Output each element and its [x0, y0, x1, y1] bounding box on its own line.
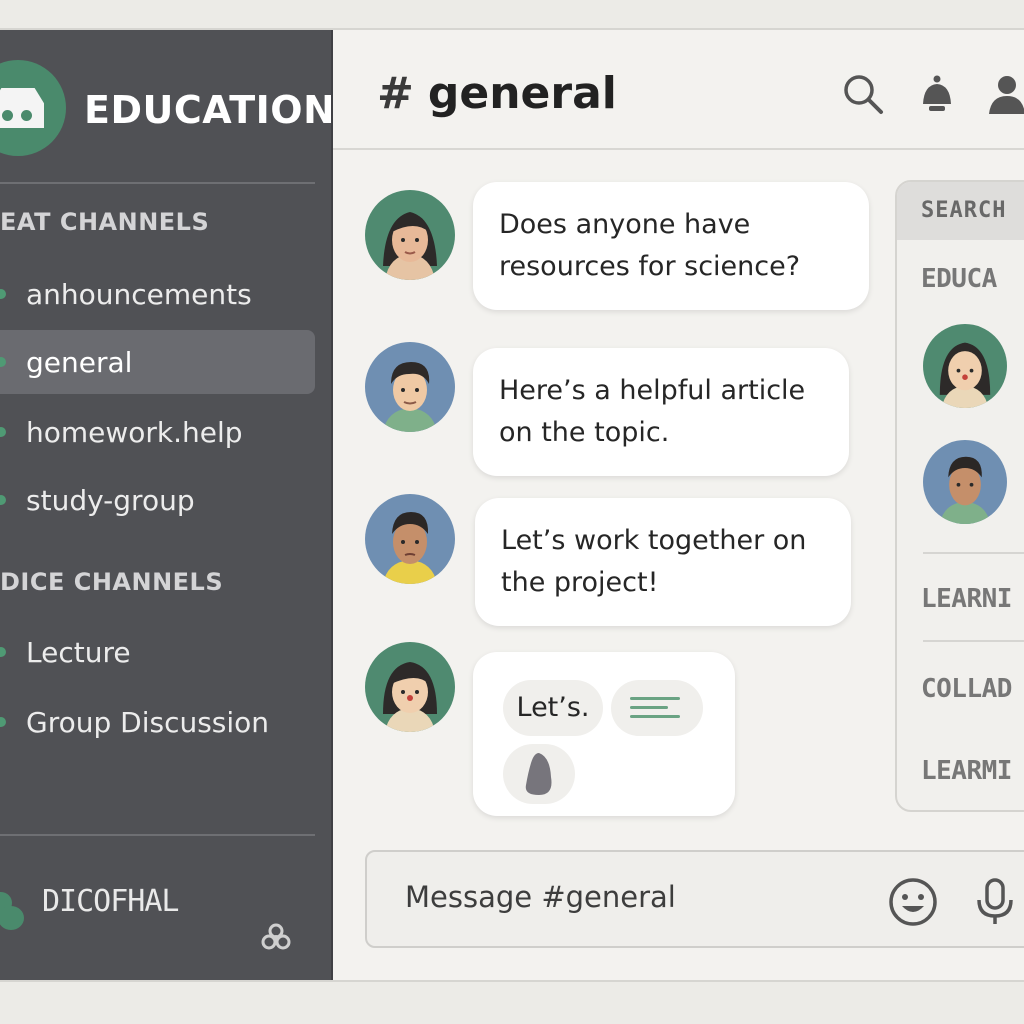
channel-title-label: general [427, 68, 617, 119]
server-name[interactable]: EDUCATION [84, 88, 331, 132]
user-avatar-icon[interactable] [0, 892, 30, 932]
document-lines-icon [630, 697, 680, 718]
members-icon[interactable] [985, 72, 1024, 116]
image-attachment[interactable] [503, 744, 575, 804]
channel-bullet-icon [0, 647, 6, 657]
channel-label: study-group [26, 483, 195, 517]
panel-section-label[interactable]: LEARMI [921, 756, 1012, 786]
microphone-icon[interactable] [969, 876, 1021, 928]
voice-channel-lecture[interactable]: Lecture [0, 620, 315, 684]
sidebar-divider [0, 834, 315, 836]
channel-bullet-icon [0, 717, 6, 727]
message-attachments-bubble: Let’s. [473, 652, 735, 816]
user-avatar[interactable] [365, 642, 455, 732]
channel-item-general[interactable]: general [0, 330, 315, 394]
panel-section-label[interactable]: EDUCA [921, 264, 997, 294]
search-icon[interactable] [841, 72, 885, 116]
channel-item-announcements[interactable]: anhouncements [0, 262, 315, 326]
search-panel: SEARCH EDUCA LEARNI COLLAD LEARMI [895, 180, 1024, 812]
channel-label: homework.help [26, 415, 243, 449]
chat-main: # general Does anyone have resources for… [333, 30, 1024, 980]
channel-sidebar: EDUCATION EAT CHANNELS anhouncements gen… [0, 30, 333, 980]
emoji-icon[interactable] [887, 876, 939, 928]
member-avatar[interactable] [923, 440, 1007, 524]
channel-item-study-group[interactable]: study-group [0, 468, 315, 532]
channel-bullet-icon [0, 427, 6, 437]
panel-divider [923, 640, 1024, 642]
message-text-chip: Let’s. [503, 680, 603, 736]
channel-label: Group Discussion [26, 705, 270, 739]
username[interactable]: DICOFHAL [42, 884, 179, 919]
channel-label: Lecture [26, 635, 131, 669]
panel-section-label[interactable]: LEARNI [921, 584, 1012, 614]
channel-bullet-icon [0, 495, 6, 505]
hash-icon: # [377, 68, 414, 119]
message-composer [365, 850, 1024, 948]
message-bubble: Here’s a helpful article on the topic. [473, 348, 849, 476]
page-title: # general [377, 68, 617, 119]
document-attachment[interactable] [611, 680, 703, 736]
channel-bullet-icon [0, 357, 6, 367]
panel-divider [923, 552, 1024, 554]
message-bubble: Does anyone have resources for science? [473, 182, 869, 310]
server-logo-icon[interactable] [0, 60, 66, 156]
user-avatar[interactable] [365, 342, 455, 432]
channel-header: # general [333, 30, 1024, 150]
channel-label: anhouncements [26, 277, 252, 311]
channel-item-homework-help[interactable]: homework.help [0, 400, 315, 464]
channel-label: general [26, 345, 133, 379]
sidebar-divider [0, 182, 315, 184]
user-avatar[interactable] [365, 190, 455, 280]
category-voice-channels[interactable]: DICE CHANNELS [0, 568, 223, 596]
message-input[interactable] [405, 880, 845, 914]
user-avatar[interactable] [365, 494, 455, 584]
voice-channel-group-discussion[interactable]: Group Discussion [0, 690, 315, 754]
panel-section-label[interactable]: COLLAD [921, 674, 1012, 704]
blob-image-icon [525, 753, 552, 795]
member-avatar[interactable] [923, 324, 1007, 408]
app-window: EDUCATION EAT CHANNELS anhouncements gen… [0, 28, 1024, 982]
message-bubble: Let’s work together on the project! [475, 498, 851, 626]
channel-bullet-icon [0, 289, 6, 299]
category-text-channels[interactable]: EAT CHANNELS [0, 208, 209, 236]
search-panel-header[interactable]: SEARCH [897, 182, 1024, 240]
notification-bell-icon[interactable] [915, 72, 959, 116]
settings-icon[interactable] [258, 920, 294, 956]
